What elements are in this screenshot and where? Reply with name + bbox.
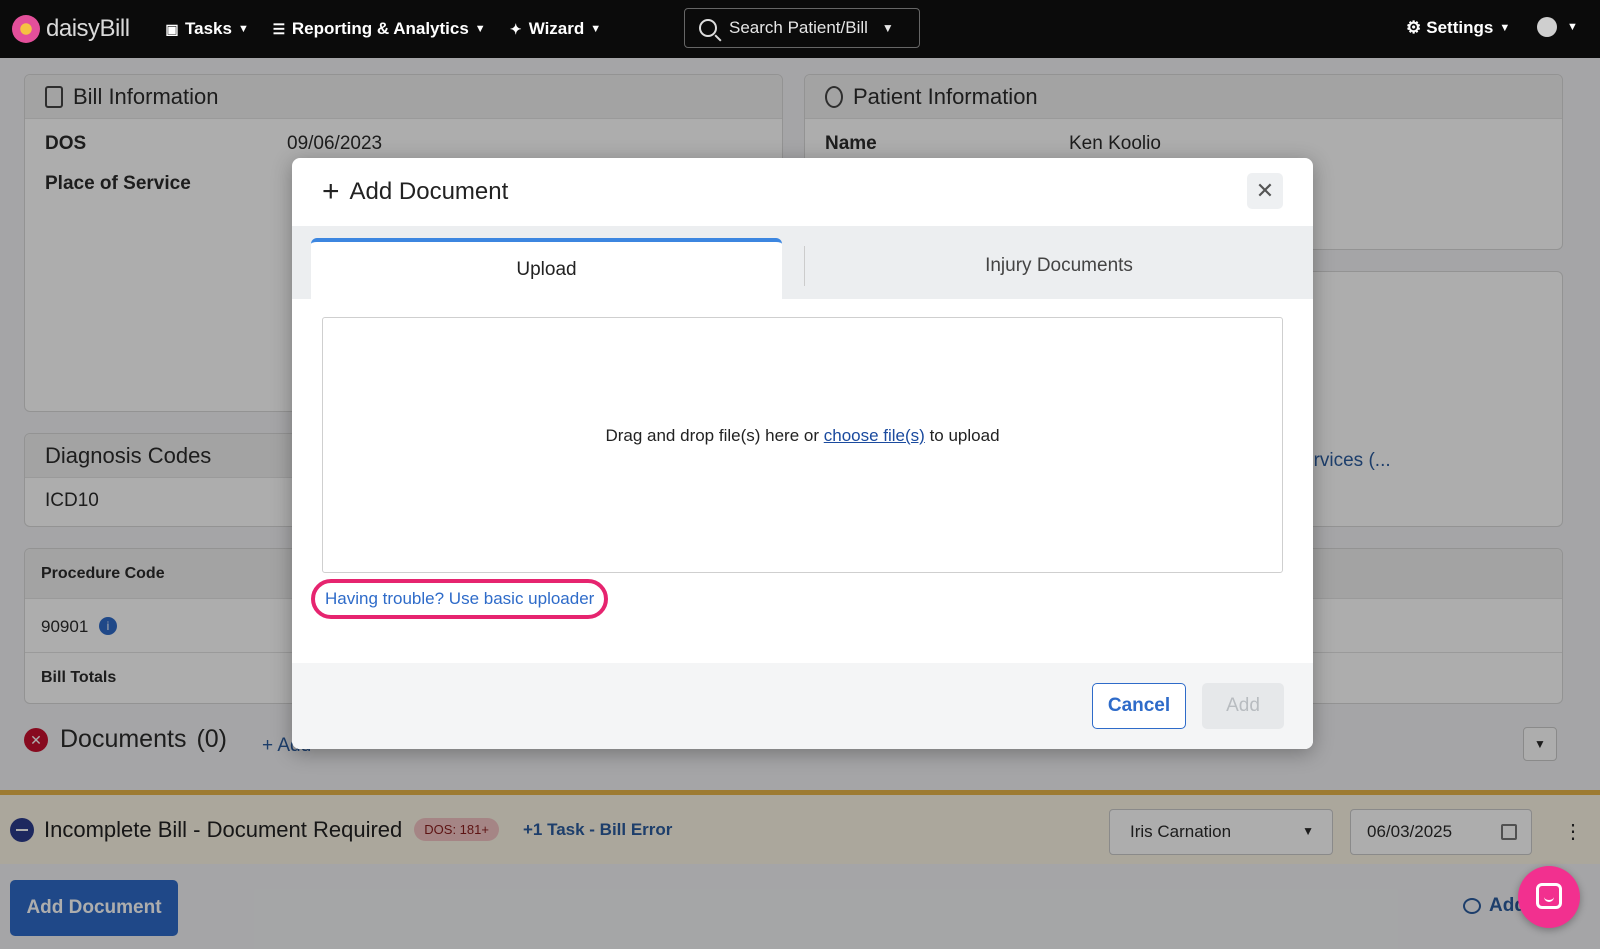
account-menu[interactable]: ▼ [1537, 17, 1578, 37]
nav-tasks[interactable]: ▣ Tasks ▼ [164, 19, 249, 39]
settings-label: Settings [1426, 18, 1494, 37]
brand-name: daisyBill [46, 15, 130, 42]
search-icon [699, 19, 717, 37]
choose-files-link[interactable]: choose file(s) [824, 426, 925, 445]
nav-wizard-label: Wizard [528, 19, 585, 38]
chevron-down-icon: ▼ [237, 23, 249, 35]
search-patient-bill[interactable]: Search Patient/Bill ▼ [684, 8, 920, 48]
close-icon: ✕ [1255, 178, 1275, 203]
chevron-down-icon: ▼ [474, 23, 486, 35]
dropzone-text-after: to upload [924, 426, 1000, 445]
chevron-down-icon: ▼ [590, 23, 602, 35]
chart-icon: ☰ [272, 21, 286, 37]
add-button[interactable]: Add [1202, 683, 1284, 729]
chevron-down-icon: ▼ [1567, 21, 1578, 33]
file-dropzone[interactable]: Drag and drop file(s) here or choose fil… [322, 317, 1283, 573]
modal-title: Add Document [349, 178, 509, 205]
nav-tasks-label: Tasks [185, 19, 232, 38]
clipboard-icon: ▣ [165, 21, 179, 37]
brand-logo[interactable]: daisyBill [12, 15, 142, 43]
tab-upload[interactable]: Upload [311, 238, 782, 299]
modal-header: + Add Document [292, 158, 1313, 226]
search-label: Search Patient/Bill [729, 18, 868, 37]
plus-icon: + [322, 175, 340, 208]
tab-injury-documents[interactable]: Injury Documents [804, 246, 1313, 286]
chevron-down-icon: ▼ [881, 21, 894, 35]
nav-settings[interactable]: ⚙ Settings ▼ [1406, 18, 1510, 38]
user-avatar-icon [1537, 17, 1557, 37]
modal-footer: Cancel Add [292, 663, 1313, 749]
daisy-logo-icon [12, 15, 40, 43]
dropzone-text-before: Drag and drop file(s) here or [605, 426, 824, 445]
close-button[interactable]: ✕ [1247, 173, 1283, 209]
add-document-modal: + Add Document ✕ Upload Injury Documents… [292, 158, 1313, 749]
wand-icon: ✦ [509, 21, 522, 37]
chevron-down-icon: ▼ [1499, 22, 1511, 34]
nav-wizard[interactable]: ✦ Wizard ▼ [508, 19, 601, 39]
nav-reporting-label: Reporting & Analytics [291, 19, 469, 38]
basic-uploader-link[interactable]: Having trouble? Use basic uploader [311, 579, 609, 619]
modal-tabs: Upload Injury Documents [292, 226, 1313, 299]
gear-icon: ⚙ [1406, 18, 1422, 37]
chat-launcher-button[interactable] [1518, 866, 1580, 928]
cancel-button[interactable]: Cancel [1092, 683, 1186, 729]
top-nav: daisyBill ▣ Tasks ▼ ☰ Reporting & Analyt… [0, 0, 1600, 58]
chat-icon [1536, 883, 1562, 909]
nav-reporting[interactable]: ☰ Reporting & Analytics ▼ [271, 19, 486, 39]
